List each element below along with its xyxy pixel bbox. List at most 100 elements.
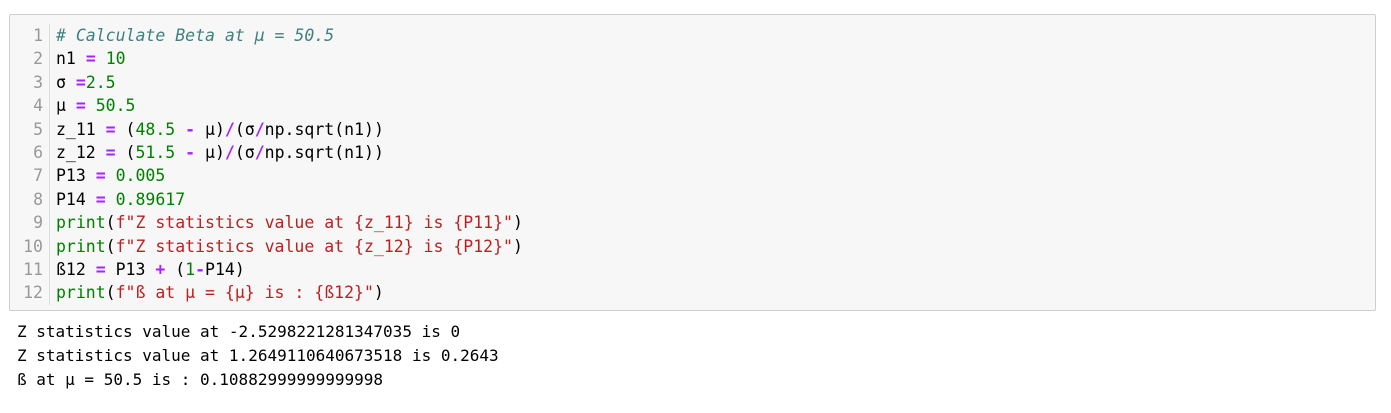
code-line[interactable]: 3σ =2.5 [10,70,1375,95]
code-token-builtin: print [56,236,106,256]
code-token-var: ( [165,259,186,279]
line-number: 2 [10,47,50,71]
code-token-op: + [155,259,166,279]
code-line[interactable]: 6 z_12 = (51.5 - μ)/(σ/np.sqrt(n1)) [10,140,1375,165]
output-line: ß at μ = 50.5 is : 0.10882999999999998 [17,370,384,389]
code-line[interactable]: 9 print(f"Z statistics value at {z_11} is… [10,211,1375,235]
code-token-var: ( [105,236,116,256]
code-token-var: sqrt(n1)) [294,142,384,162]
line-number: 6 [10,140,50,165]
code-token-num: 0.005 [115,166,166,186]
code-token-var [86,96,96,115]
code-token-op: = [75,96,86,116]
code-token-var: . [284,119,295,139]
line-number: 1 [10,24,50,48]
code-token-num: 48.5 [135,119,176,139]
code-text: print(f"Z statistics value at {z_11} is … [50,211,523,234]
line-number: 11 [10,257,50,282]
output-line: Z statistics value at -2.529822128134703… [17,322,461,341]
code-token-op: - [185,142,196,162]
code-token-var: np [264,119,285,139]
code-token-op: / [224,142,235,162]
code-token-var: . [284,142,295,162]
code-token-op: = [75,72,86,92]
code-token-num: 51.5 [135,142,176,162]
code-token-builtin: print [56,213,106,233]
line-number: 8 [10,187,50,212]
code-token-op: = [95,166,106,186]
code-text: z_11 = (48.5 - μ)/(σ/np.sqrt(n1)) [50,118,384,141]
code-token-var [106,166,116,185]
code-token-num: 50.5 [95,96,136,116]
code-token-var: σ [56,72,76,92]
code-token-num: 10 [105,49,126,69]
line-number: 12 [10,281,50,305]
line-number: 4 [10,94,50,118]
code-text: print(f"ß at μ = {μ} is : {ß12}") [50,281,384,304]
code-line[interactable]: 7 P13 = 0.005 [10,164,1375,188]
code-line[interactable]: 1 # Calculate Beta at μ = 50.5 [10,24,1375,48]
code-token-str: f"Z statistics value at {z_12} is {P12}" [115,236,513,256]
code-token-var [106,190,116,209]
code-token-var: μ) [195,142,225,162]
code-line[interactable]: 10 print(f"Z statistics value at {z_12} i… [10,234,1375,258]
code-token-op: = [105,119,116,139]
code-token-op: = [85,49,96,69]
code-token-op: - [195,259,206,279]
cell-output: Z statistics value at -2.529822128134703… [17,320,1377,392]
code-editor[interactable]: 1 # Calculate Beta at μ = 50.5 2 n1 = 10 3 σ … [10,24,1375,305]
line-number: 10 [10,234,50,258]
code-token-num: 1 [185,259,196,279]
code-token-var: ß12 [56,259,96,279]
code-token-var: z_12 [56,142,106,162]
code-token-var: ) [512,213,523,233]
line-number: 9 [10,211,50,235]
code-token-op: = [95,259,106,279]
code-line[interactable]: 2 n1 = 10 [10,47,1375,71]
code-token-num: 0.89617 [115,189,186,209]
code-token-op: = [95,189,106,209]
code-token-var [175,143,185,162]
code-token-var [175,120,185,139]
code-token-var: μ [56,96,76,116]
code-token-var: P14 [56,189,96,209]
code-cell[interactable]: 1 # Calculate Beta at μ = 50.5 2 n1 = 10 3 σ … [9,14,1376,311]
code-token-var: (σ [234,119,255,139]
code-line[interactable]: 4μ = 50.5 [10,94,1375,118]
code-token-var: ) [512,236,523,256]
code-token-op: / [254,142,265,162]
code-token-comment: # Calculate Beta at μ = 50.5 [56,26,335,45]
code-token-var: np [264,142,285,162]
line-number: 7 [10,164,50,188]
line-number: 5 [10,117,50,141]
code-token-var [96,49,106,68]
code-token-str: f"Z statistics value at {z_11} is {P11}" [115,213,513,233]
code-text: σ =2.5 [50,71,116,94]
code-line[interactable]: 12 print(f"ß at μ = {μ} is : {ß12}") [10,281,1375,305]
code-text: print(f"Z statistics value at {z_12} is … [50,235,523,258]
code-line[interactable]: 5 z_11 = (48.5 - μ)/(σ/np.sqrt(n1)) [10,117,1375,141]
line-number: 3 [10,70,50,95]
code-token-var: P13 [56,166,96,186]
code-token-var: ( [115,119,136,139]
code-text: z_12 = (51.5 - μ)/(σ/np.sqrt(n1)) [50,141,384,164]
code-token-var: sqrt(n1)) [294,119,384,139]
code-token-str: f"ß at μ = {μ} is : {ß12}" [115,283,374,303]
code-token-op: = [105,142,116,162]
code-token-op: - [185,119,196,139]
code-text: μ = 50.5 [50,94,136,117]
code-text: P14 = 0.89617 [50,188,185,211]
code-line[interactable]: 11 ß12 = P13 + (1-P14) [10,257,1375,282]
code-token-var: (σ [234,142,255,162]
code-token-op: / [254,119,265,139]
code-token-var: z_11 [56,119,106,139]
code-text: P13 = 0.005 [50,164,165,187]
code-text: # Calculate Beta at μ = 50.5 [50,24,334,47]
code-line[interactable]: 8 P14 = 0.89617 [10,187,1375,212]
code-token-var: ( [105,283,116,303]
code-token-builtin: print [56,283,106,303]
code-token-var: ) [373,283,384,303]
code-token-var: ( [105,213,116,233]
code-token-var: P13 [105,259,156,279]
code-token-var: μ) [195,119,225,139]
